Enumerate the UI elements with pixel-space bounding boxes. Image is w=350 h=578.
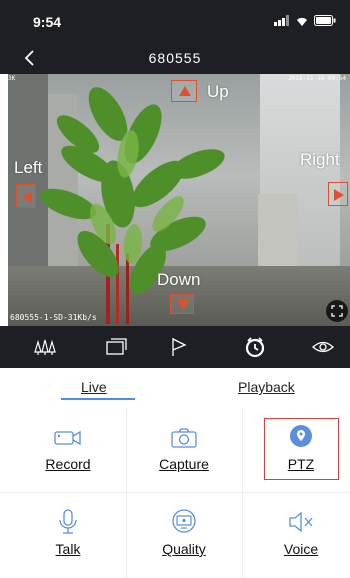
quality-label: Quality xyxy=(162,541,206,557)
tab-live[interactable]: Live xyxy=(81,379,107,395)
wifi-icon xyxy=(297,17,307,26)
signal-icon xyxy=(274,15,289,26)
battery-icon xyxy=(314,15,336,26)
arrow-left-icon xyxy=(22,191,32,203)
ptz-left-label: Left xyxy=(14,158,43,177)
title-bar: 680555 xyxy=(0,42,350,74)
ptz-up-button[interactable] xyxy=(171,80,197,102)
page-title: 680555 xyxy=(148,50,202,66)
ptz-left-button[interactable] xyxy=(16,184,36,208)
fullscreen-icon xyxy=(331,305,343,317)
camera-icon xyxy=(171,428,197,448)
toolbar-multiscreen-button[interactable] xyxy=(103,334,129,360)
ptz-right-button[interactable] xyxy=(328,182,348,206)
ptz-down-label: Down xyxy=(157,270,201,289)
status-icons xyxy=(274,15,336,26)
preset-icon xyxy=(34,339,56,355)
video-toolbar xyxy=(0,326,350,368)
hd-monitor-icon xyxy=(172,509,196,533)
toolbar-eye-button[interactable] xyxy=(310,334,336,360)
quality-button[interactable]: Quality xyxy=(126,493,242,578)
capture-label: Capture xyxy=(159,456,209,472)
active-tab-indicator xyxy=(61,398,135,400)
eye-icon xyxy=(312,341,334,353)
ptz-highlight-box xyxy=(264,418,339,480)
osd-date: 2018-11-16 09:54 xyxy=(288,75,346,82)
arrow-up-icon xyxy=(179,86,191,96)
arrow-down-icon xyxy=(177,300,189,310)
arrow-right-icon xyxy=(334,189,344,201)
video-view[interactable]: 3K 2018-11-16 09:54 680555-1-SD-31Kb/s U… xyxy=(8,74,350,326)
toolbar-flag-button[interactable] xyxy=(166,334,192,360)
ptz-up-label: Up xyxy=(207,82,229,101)
multi-screen-icon xyxy=(106,338,127,355)
flag-icon xyxy=(172,338,187,356)
tab-playback[interactable]: Playback xyxy=(238,379,295,395)
view-tabs: Live Playback xyxy=(0,368,350,408)
status-bar: 9:54 xyxy=(0,0,350,42)
toolbar-timer-button[interactable] xyxy=(242,334,268,360)
talk-label: Talk xyxy=(55,541,81,557)
osd-stream-info: 680555-1-SD-31Kb/s xyxy=(10,313,97,322)
record-label: Record xyxy=(45,456,91,472)
status-time: 9:54 xyxy=(33,14,62,30)
ptz-down-button[interactable] xyxy=(170,294,194,314)
voice-button[interactable]: Voice xyxy=(243,493,350,578)
timer-icon xyxy=(245,337,265,358)
video-camera-icon xyxy=(54,430,81,446)
toolbar-preset-button[interactable] xyxy=(32,334,58,360)
fullscreen-button[interactable] xyxy=(326,300,348,322)
ptz-right-label: Right xyxy=(300,150,340,169)
record-button[interactable]: Record xyxy=(10,408,126,493)
talk-button[interactable]: Talk xyxy=(10,493,126,578)
speaker-mute-icon xyxy=(289,511,313,533)
microphone-icon xyxy=(59,509,77,534)
capture-button[interactable]: Capture xyxy=(126,408,242,493)
voice-label: Voice xyxy=(283,541,319,557)
osd-left-text: 3K xyxy=(8,75,16,82)
